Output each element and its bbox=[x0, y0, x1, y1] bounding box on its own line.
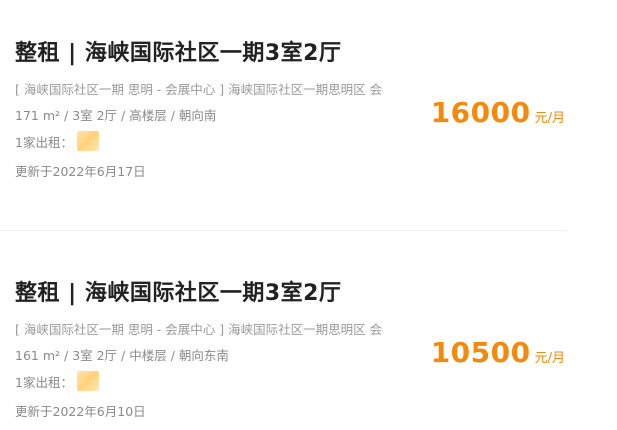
listing-attributes: 171 m² / 3室 2厅 / 高楼层 / 朝向南 bbox=[15, 108, 217, 123]
listing-divider bbox=[0, 230, 567, 231]
price-unit: 元/月 bbox=[534, 111, 565, 126]
price: 10500 元/月 bbox=[431, 336, 565, 369]
landlord-label: 1家出租： bbox=[15, 374, 73, 390]
listing-title[interactable]: 整租 | 海峡国际社区一期3室2厅 bbox=[15, 275, 341, 307]
landlord-label: 1家出租： bbox=[15, 134, 73, 150]
updated-date: 更新于2022年6月17日 bbox=[15, 164, 146, 179]
price-unit: 元/月 bbox=[534, 351, 565, 366]
listing-address: [ 海峡国际社区一期 思明 - 会展中心 ] 海峡国际社区一期思明区 会 bbox=[15, 322, 383, 337]
price-value: 16000 bbox=[430, 96, 531, 129]
listing-card[interactable]: 整租 | 海峡国际社区一期3室2厅 [ 海峡国际社区一期 思明 - 会展中心 ]… bbox=[0, 240, 617, 430]
landlord-avatar[interactable] bbox=[76, 371, 99, 391]
listing-attributes: 161 m² / 3室 2厅 / 中楼层 / 朝向东南 bbox=[15, 348, 229, 363]
listing-title[interactable]: 整租 | 海峡国际社区一期3室2厅 bbox=[15, 35, 341, 67]
landlord-row: 1家出租： bbox=[15, 131, 99, 151]
listing-card[interactable]: 整租 | 海峡国际社区一期3室2厅 [ 海峡国际社区一期 思明 - 会展中心 ]… bbox=[0, 0, 617, 230]
price-value: 10500 bbox=[430, 336, 531, 369]
updated-date: 更新于2022年6月10日 bbox=[15, 404, 146, 419]
landlord-row: 1家出租： bbox=[15, 371, 99, 391]
landlord-avatar[interactable] bbox=[76, 131, 99, 151]
listing-address: [ 海峡国际社区一期 思明 - 会展中心 ] 海峡国际社区一期思明区 会 bbox=[15, 82, 383, 97]
price: 16000 元/月 bbox=[431, 96, 565, 129]
